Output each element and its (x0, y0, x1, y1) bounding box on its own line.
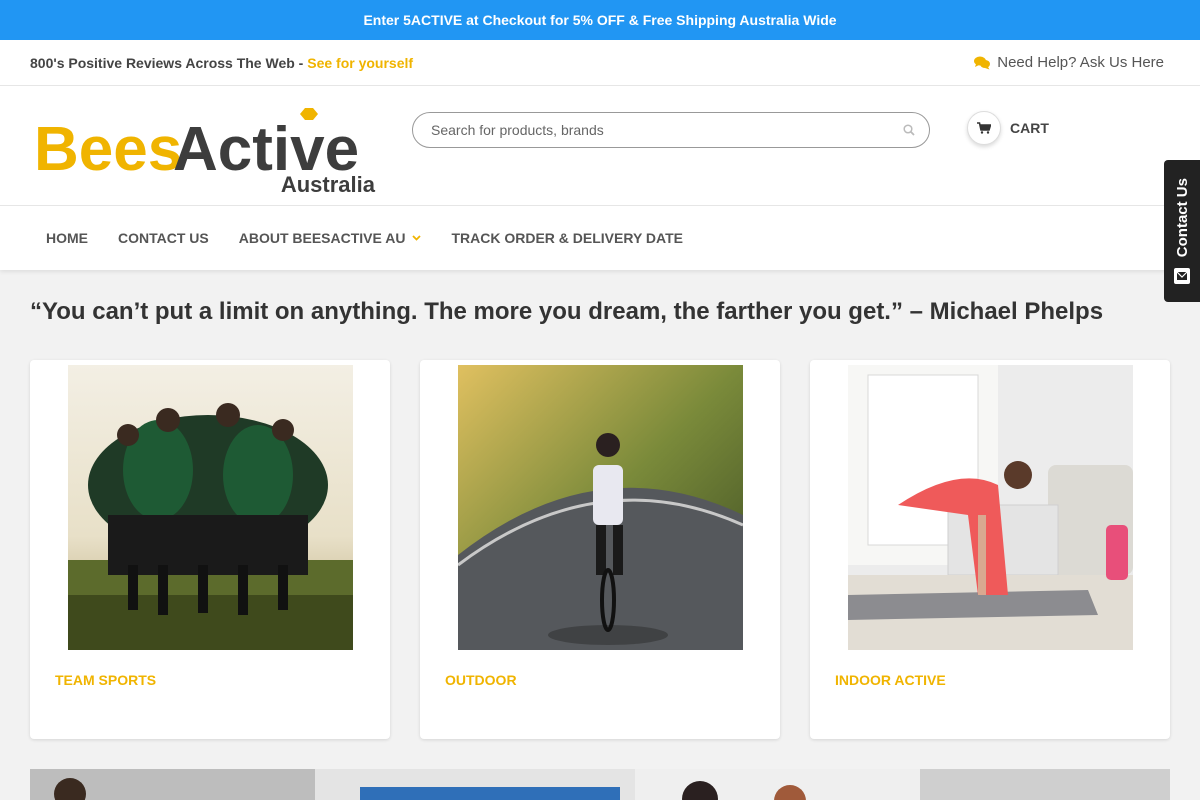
help-text: Need Help? Ask Us Here (997, 54, 1164, 71)
team-sports-image (68, 365, 353, 650)
cart-label: CART (1010, 120, 1049, 136)
promo-text: Enter 5ACTIVE at Checkout for 5% OFF & F… (363, 12, 837, 28)
outdoor-image (458, 365, 743, 650)
promo-bar: Enter 5ACTIVE at Checkout for 5% OFF & F… (0, 0, 1200, 40)
category-card-team-sports[interactable]: TEAM SPORTS (30, 360, 390, 739)
nav-item-home[interactable]: HOME (31, 230, 103, 246)
bottom-banner (30, 769, 1170, 800)
chat-icon (974, 56, 991, 70)
search-bar (412, 112, 930, 148)
nav-item-contact-us[interactable]: CONTACT US (103, 230, 224, 246)
nav-item-label: CONTACT US (118, 230, 209, 246)
contact-us-tab[interactable]: Contact Us (1164, 160, 1200, 302)
cart-icon (967, 111, 1001, 145)
category-title: OUTDOOR (445, 672, 517, 688)
envelope-icon (1174, 267, 1190, 284)
nav-item-track-order[interactable]: TRACK ORDER & DELIVERY DATE (436, 230, 698, 246)
category-card-indoor-active[interactable]: INDOOR ACTIVE (810, 360, 1170, 739)
search-icon (903, 124, 915, 136)
top-bar: 800's Positive Reviews Across The Web - … (0, 40, 1200, 86)
cart-button[interactable]: CART (967, 111, 1049, 145)
indoor-active-image (848, 365, 1133, 650)
reviews-info: 800's Positive Reviews Across The Web - … (30, 55, 413, 71)
category-cards: TEAM SPORTS OUTDOOR INDOOR ACTIVE (30, 360, 1170, 739)
nav-item-about[interactable]: ABOUT BEESACTIVE AU (224, 230, 437, 246)
contact-tab-label: Contact Us (1173, 178, 1191, 258)
category-title: TEAM SPORTS (55, 672, 157, 688)
help-link[interactable]: Need Help? Ask Us Here (974, 54, 1164, 71)
beesactive-logo[interactable]: Bees Active Australia (34, 108, 379, 197)
inspirational-quote: “You can’t put a limit on anything. The … (30, 298, 1104, 325)
nav-item-label: TRACK ORDER & DELIVERY DATE (451, 230, 683, 246)
reviews-link[interactable]: See for yourself (307, 55, 413, 71)
nav-item-label: ABOUT BEESACTIVE AU (238, 230, 406, 246)
reviews-text: 800's Positive Reviews Across The Web - (30, 54, 308, 71)
category-card-outdoor[interactable]: OUTDOOR (420, 360, 780, 739)
main-nav: HOME CONTACT US ABOUT BEESACTIVE AU TRAC… (0, 206, 1200, 270)
logo-bees-text: Bees (34, 115, 182, 184)
site-header: Bees Active Australia CART (0, 86, 1200, 206)
category-title: INDOOR ACTIVE (835, 672, 946, 688)
chevron-down-icon (412, 235, 422, 241)
banner-image (30, 769, 1170, 800)
search-input[interactable] (413, 113, 889, 147)
logo-sub-text: Australia (281, 172, 376, 194)
search-button[interactable] (889, 113, 929, 147)
nav-item-label: HOME (46, 230, 88, 246)
